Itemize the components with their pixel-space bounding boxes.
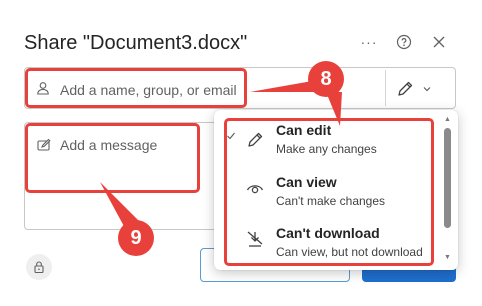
share-dialog: Share "Document3.docx" ··· Add a name, g… — [0, 0, 482, 306]
annotation-arrow-8b — [326, 92, 342, 126]
annotation-arrows — [100, 80, 342, 230]
annotation-badge-9: 9 — [118, 220, 154, 256]
annotation-badge-8: 8 — [308, 61, 344, 97]
